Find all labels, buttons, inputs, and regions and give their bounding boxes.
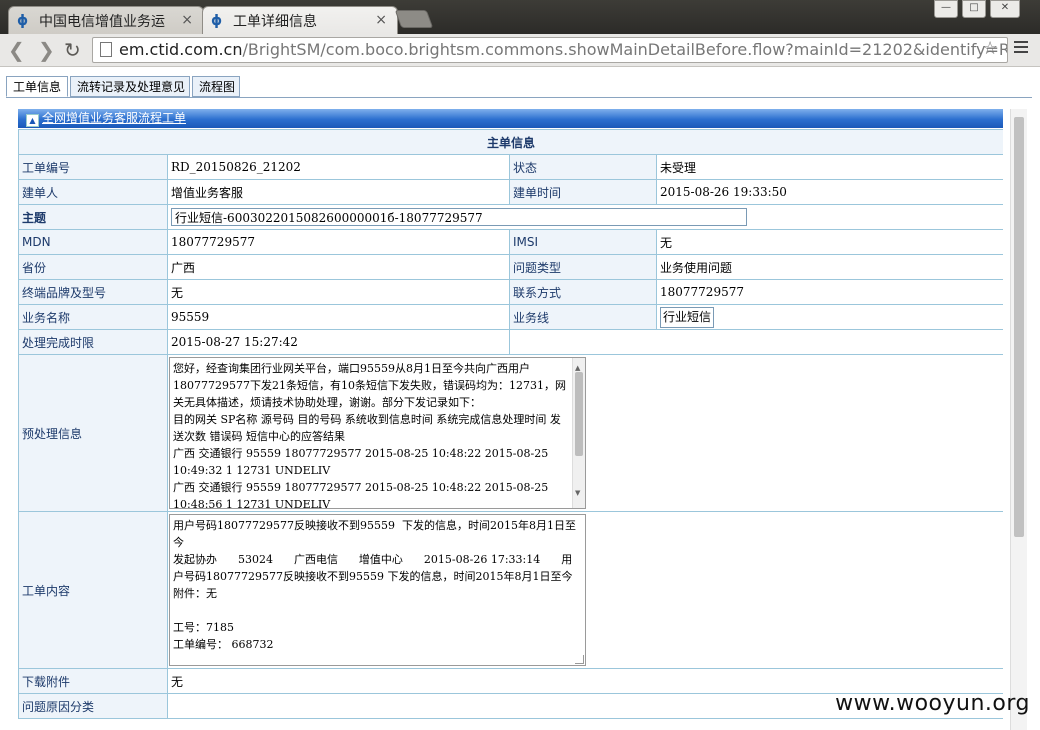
- deadline-value: 2015-08-27 15:27:42: [167, 329, 510, 355]
- business-line-label: 业务线: [509, 304, 657, 330]
- creator-label: 建单人: [18, 179, 168, 205]
- cause-label: 问题原因分类: [18, 693, 168, 719]
- reload-icon[interactable]: ↻: [64, 38, 81, 62]
- subject-cell: 行业短信-600302201508260000001б-18077729577: [166, 204, 1003, 230]
- status-value: 未受理: [655, 154, 1003, 180]
- new-tab-button[interactable]: [394, 10, 434, 28]
- star-icon[interactable]: ☆: [982, 38, 998, 59]
- service-name-label: 业务名称: [18, 304, 168, 330]
- tab-order-info[interactable]: 工单信息: [6, 76, 68, 97]
- section-header: ▲ 全网增值业务客服流程工单: [18, 109, 1003, 128]
- tab-flow-chart[interactable]: 流程图: [192, 76, 240, 97]
- scroll-down-icon[interactable]: ▼: [575, 485, 580, 502]
- content-cell: 用户号码18077729577反映接收不到95559 下发的信息，时间2015年…: [166, 511, 1003, 669]
- section-title[interactable]: 全网增值业务客服流程工单: [42, 111, 186, 125]
- page-content: 工单信息 流转记录及处理意见 流程图 ▲ 全网增值业务客服流程工单 主单信息 工单…: [0, 67, 1040, 730]
- preprocess-text: 您好，经查询集团行业网关平台，端口95559从8月1日至今共向广西用户18077…: [173, 362, 566, 509]
- attachment-label: 下载附件: [18, 668, 168, 694]
- issue-type-label: 问题类型: [509, 254, 657, 280]
- preprocess-textarea[interactable]: 您好，经查询集团行业网关平台，端口95559从8月1日至今共向广西用户18077…: [169, 357, 586, 509]
- resize-grip-icon[interactable]: [575, 655, 584, 664]
- collapse-toggle-icon[interactable]: ▲: [26, 114, 39, 127]
- issue-type-value: 业务使用问题: [655, 254, 1003, 280]
- page-scrollbar[interactable]: [1010, 109, 1027, 730]
- close-window-button[interactable]: ✕: [990, 0, 1020, 18]
- terminal-label: 终端品牌及型号: [18, 279, 168, 305]
- created-time-value: 2015-08-26 19:33:50: [655, 179, 1003, 205]
- browser-tab-2[interactable]: ϕ 工单详细信息 ×: [202, 6, 398, 34]
- browser-toolbar: ❮ ❯ ↻ em.ctid.com.cn/BrightSM/com.boco.b…: [0, 34, 1040, 67]
- contact-label: 联系方式: [509, 279, 657, 305]
- subject-label: 主题: [18, 204, 168, 230]
- url-path: /BrightSM/com.boco.brightsm.commons.show…: [242, 40, 1008, 59]
- menu-icon[interactable]: [1014, 41, 1028, 56]
- table-header: 主单信息: [18, 129, 1003, 155]
- maximize-button[interactable]: □: [962, 0, 986, 18]
- tab-divider: [6, 97, 1032, 98]
- imsi-value: 无: [655, 229, 1003, 255]
- page-icon: [100, 42, 112, 57]
- address-bar[interactable]: em.ctid.com.cn/BrightSM/com.boco.brights…: [92, 37, 1008, 63]
- scroll-thumb[interactable]: [1014, 117, 1024, 537]
- order-no-value: RD_20150826_21202: [167, 154, 510, 180]
- creator-value: 增值业务客服: [167, 179, 510, 205]
- empty-cell: [508, 329, 1003, 355]
- textarea-scrollbar[interactable]: ▲ ▼: [572, 358, 585, 508]
- province-label: 省份: [18, 254, 168, 280]
- subject-field[interactable]: 行业短信-600302201508260000001б-18077729577: [171, 208, 747, 226]
- province-value: 广西: [167, 254, 510, 280]
- tab-flow-records[interactable]: 流转记录及处理意见: [70, 76, 190, 97]
- browser-tab-title: 工单详细信息: [233, 13, 317, 30]
- status-label: 状态: [509, 154, 657, 180]
- url-host: em.ctid.com.cn: [119, 40, 243, 59]
- created-time-label: 建单时间: [509, 179, 657, 205]
- deadline-label: 处理完成时限: [18, 329, 168, 355]
- browser-tab-1[interactable]: ϕ 中国电信增值业务运 ×: [8, 6, 204, 34]
- order-frame: ▲ 全网增值业务客服流程工单 主单信息 工单编号 RD_20150826_2120…: [18, 109, 1003, 730]
- mdn-value: 18077729577: [167, 229, 510, 255]
- carrier-logo-icon: ϕ: [211, 12, 223, 29]
- order-detail-table: 主单信息 工单编号 RD_20150826_21202 状态 未受理 建单人 增…: [18, 129, 1003, 719]
- content-label: 工单内容: [18, 511, 168, 669]
- contact-value: 18077729577: [655, 279, 1003, 305]
- minimize-button[interactable]: —: [934, 0, 958, 18]
- business-line-cell: 行业短信: [655, 304, 1003, 330]
- mdn-label: MDN: [18, 229, 168, 255]
- browser-tab-title: 中国电信增值业务运: [39, 13, 165, 30]
- close-icon[interactable]: ×: [181, 12, 193, 28]
- preprocess-cell: 您好，经查询集团行业网关平台，端口95559从8月1日至今共向广西用户18077…: [166, 354, 1003, 512]
- watermark: www.wooyun.org: [835, 691, 1030, 716]
- forward-icon[interactable]: ❯: [38, 38, 55, 62]
- back-icon[interactable]: ❮: [8, 38, 25, 62]
- attachment-value: 无: [166, 668, 1003, 694]
- content-textarea[interactable]: 用户号码18077729577反映接收不到95559 下发的信息，时间2015年…: [169, 514, 586, 666]
- content-text: 用户号码18077729577反映接收不到95559 下发的信息，时间2015年…: [173, 519, 576, 651]
- terminal-value: 无: [167, 279, 510, 305]
- preprocess-label: 预处理信息: [18, 354, 168, 512]
- imsi-label: IMSI: [509, 229, 657, 255]
- carrier-logo-icon: ϕ: [17, 12, 29, 29]
- close-icon[interactable]: ×: [375, 12, 387, 28]
- browser-titlebar: ϕ 中国电信增值业务运 × ϕ 工单详细信息 × — □ ✕: [0, 0, 1040, 34]
- order-no-label: 工单编号: [18, 154, 168, 180]
- service-name-value: 95559: [167, 304, 510, 330]
- business-line-field[interactable]: 行业短信: [660, 306, 715, 328]
